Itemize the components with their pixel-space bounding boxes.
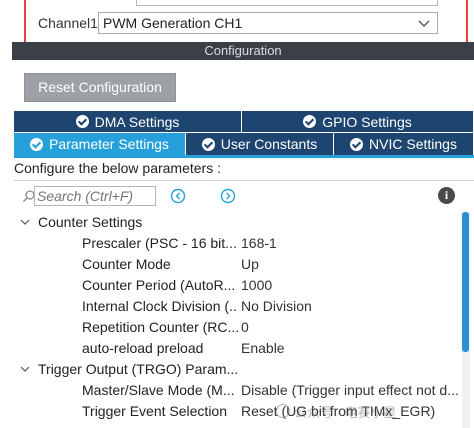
tab-gpio-settings[interactable]: GPIO Settings — [242, 111, 474, 132]
param-name: Trigger Event Selection — [82, 403, 227, 419]
configuration-header: Configuration — [12, 42, 474, 60]
scrollbar-thumb[interactable] — [462, 212, 469, 352]
param-name: Prescaler (PSC - 16 bit... — [82, 235, 237, 251]
param-name: Counter Period (AutoR... — [82, 277, 236, 293]
watermark: 公众号 · 电赛小星 — [276, 401, 466, 421]
param-value[interactable]: Disable (Trigger input effect not d... — [241, 380, 462, 401]
active-tab-underline — [14, 155, 474, 158]
param-name: Internal Clock Division (... — [82, 298, 238, 314]
tab-row-bottom: Parameter Settings User Constants NVIC S… — [14, 133, 474, 155]
watermark-text: 公众号 · 电赛小星 — [294, 404, 397, 420]
param-row[interactable]: Prescaler (PSC - 16 bit... 168-1 — [14, 233, 462, 254]
arrow-right-circle-icon[interactable] — [220, 188, 236, 204]
param-value[interactable]: 1000 — [241, 275, 462, 296]
tab-parameter-settings[interactable]: Parameter Settings — [14, 133, 186, 155]
param-value[interactable]: Up — [241, 254, 462, 275]
channel-row: Channel1 PWM Generation CH1 — [0, 8, 474, 38]
param-value[interactable]: No Division — [241, 296, 462, 317]
tab-label: DMA Settings — [94, 113, 180, 130]
param-row[interactable]: Counter Period (AutoR... 1000 — [14, 275, 462, 296]
tab-row-top: DMA Settings GPIO Settings — [14, 111, 474, 132]
tab-user-constants[interactable]: User Constants — [186, 133, 334, 155]
watermark-icon — [276, 404, 290, 418]
group-label: Counter Settings — [38, 214, 143, 230]
tab-label: NVIC Settings — [369, 136, 457, 152]
param-row[interactable]: auto-reload preload Enable — [14, 338, 462, 359]
parameter-tree: Counter Settings Prescaler (PSC - 16 bit… — [14, 212, 462, 428]
tab-nvic-settings[interactable]: NVIC Settings — [334, 133, 474, 155]
check-circle-icon — [30, 137, 44, 151]
tab-label: GPIO Settings — [322, 113, 412, 130]
chevron-down-icon — [418, 20, 430, 27]
search-row: i — [14, 184, 474, 208]
check-circle-icon — [350, 137, 364, 151]
group-row-trigger-output[interactable]: Trigger Output (TRGO) Param... — [14, 359, 462, 380]
param-name: Counter Mode — [82, 256, 171, 272]
chevron-down-icon[interactable] — [20, 217, 30, 227]
group-label: Trigger Output (TRGO) Param... — [38, 361, 239, 377]
instructions-text: Configure the below parameters : — [14, 160, 221, 176]
param-name: Repetition Counter (RC... — [82, 319, 238, 335]
param-value[interactable]: 168-1 — [241, 233, 462, 254]
param-row[interactable]: Counter Mode Up — [14, 254, 462, 275]
channel-label: Channel1 — [38, 15, 98, 31]
group-row-counter-settings[interactable]: Counter Settings — [14, 212, 462, 233]
param-row[interactable]: Repetition Counter (RC... 0 — [14, 317, 462, 338]
check-circle-icon — [201, 137, 215, 151]
tab-label: User Constants — [220, 136, 318, 152]
previous-field-edge — [136, 0, 438, 6]
param-value[interactable]: 0 — [241, 317, 462, 338]
param-value[interactable]: Enable — [241, 338, 462, 359]
channel-mode-value: PWM Generation CH1 — [103, 15, 243, 31]
top-strip — [0, 0, 474, 8]
search-input[interactable] — [34, 186, 156, 206]
reset-configuration-button[interactable]: Reset Configuration — [24, 73, 176, 102]
tab-dma-settings[interactable]: DMA Settings — [14, 111, 242, 132]
channel-mode-select[interactable]: PWM Generation CH1 — [98, 12, 438, 34]
param-name: auto-reload preload — [82, 340, 204, 356]
tab-label: Parameter Settings — [49, 136, 169, 152]
check-circle-icon — [75, 115, 89, 128]
divider — [14, 180, 474, 181]
param-row[interactable]: Master/Slave Mode (M... Disable (Trigger… — [14, 380, 462, 401]
param-name: Master/Slave Mode (M... — [82, 382, 235, 398]
info-icon[interactable]: i — [438, 187, 455, 204]
param-row[interactable]: Internal Clock Division (... No Division — [14, 296, 462, 317]
chevron-down-icon[interactable] — [20, 364, 30, 374]
arrow-left-circle-icon[interactable] — [170, 188, 186, 204]
check-circle-icon — [303, 115, 317, 128]
